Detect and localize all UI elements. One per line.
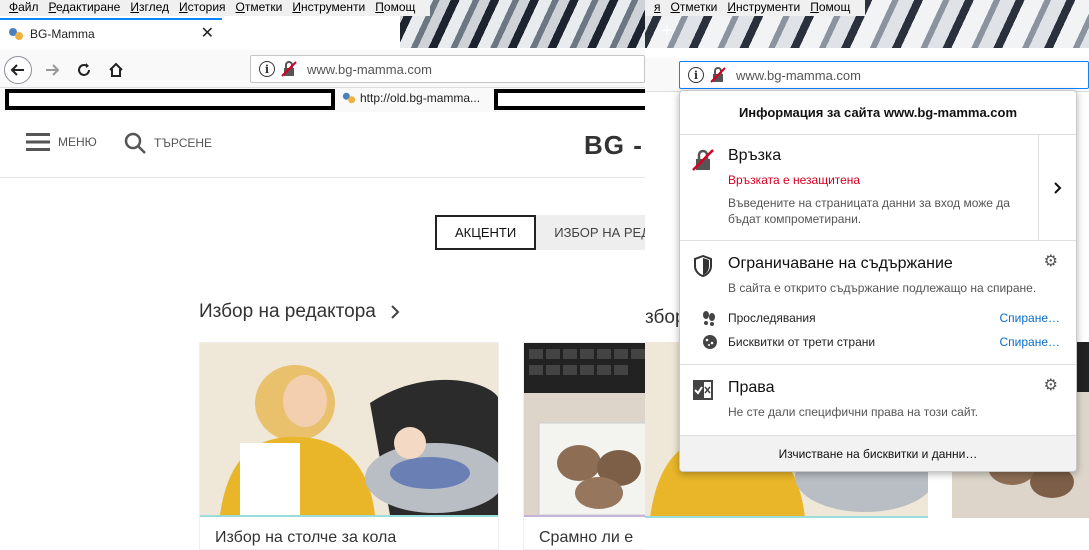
card-accent-bar — [645, 516, 928, 518]
permissions-title: Права — [728, 379, 775, 396]
tab-highlights[interactable]: АКЦЕНТИ — [435, 215, 537, 250]
insecure-lock-icon — [692, 149, 714, 171]
tab-bg-mamma[interactable]: BG-Mamma ✕ — [0, 18, 222, 48]
redacted-bookmark — [5, 89, 335, 110]
menu-bookmarks[interactable]: Отметки — [666, 0, 723, 16]
url-bar[interactable]: i www.bg-mamma.com — [679, 61, 1089, 89]
navigation-bar: i www.bg-mamma.com — [0, 50, 645, 88]
content-blocking-desc: В сайта е открито съдържание подлежащо н… — [728, 281, 1037, 295]
permissions-section: Права ⚙ Не сте дали специфични права на … — [680, 365, 1076, 437]
navigation-bar: i www.bg-mamma.com — [645, 58, 1089, 92]
site-info-popup: Информация за сайта www.bg-mamma.com Връ… — [679, 90, 1077, 472]
tracker-label: Проследявания — [728, 311, 816, 325]
cookie-block-link[interactable]: Спиране… — [999, 335, 1060, 349]
bookmark-favicon-icon — [342, 92, 356, 104]
article-image — [200, 343, 498, 515]
cookie-label: Бисквитки от трети страни — [728, 335, 876, 349]
content-tabs: АКЦЕНТИ ИЗБОР НА РЕД — [435, 215, 645, 250]
menu-tools[interactable]: Инструменти — [287, 0, 370, 16]
insecure-lock-icon[interactable] — [710, 67, 726, 83]
forward-arrow-icon — [46, 64, 60, 76]
menu-bar: Файл Редактиране Изглед История Отметки … — [0, 0, 430, 16]
url-bar[interactable]: i www.bg-mamma.com — [250, 55, 645, 83]
tab-close-icon[interactable]: ✕ — [201, 26, 214, 42]
content-blocking-title: Ограничаване на съдържание — [728, 255, 953, 272]
site-logo[interactable]: BG - — [584, 130, 643, 161]
site-favicon-icon — [9, 28, 23, 40]
search-button[interactable]: ТЪРСЕНЕ — [124, 132, 212, 154]
tracker-block-link[interactable]: Спиране… — [999, 311, 1060, 325]
connection-details-button[interactable] — [1038, 135, 1076, 241]
article-card[interactable]: Срамно ли е — [523, 342, 645, 550]
new-tab-button[interactable]: + — [661, 20, 673, 43]
menu-tools[interactable]: Инструменти — [722, 0, 805, 16]
bookmarks-toolbar: http://old.bg-mamma... — [0, 88, 645, 112]
home-button[interactable] — [102, 56, 130, 84]
right-browser-window: я Отметки Инструменти Помощ + i www.bg-m… — [645, 0, 1089, 550]
connection-title: Връзка — [728, 147, 782, 164]
article-card[interactable]: Избор на столче за кола — [199, 342, 499, 550]
section-title[interactable]: Избор на редактора — [199, 301, 400, 323]
tab-strip: + — [645, 16, 1089, 48]
menu-bar: я Отметки Инструменти Помощ — [645, 0, 865, 16]
shield-icon — [694, 255, 712, 277]
clear-cookies-button[interactable]: Изчистване на бисквитки и данни… — [680, 435, 1076, 471]
cookie-row: Бисквитки от трети страни Спиране… — [702, 333, 1060, 351]
menu-partial[interactable]: я — [649, 0, 666, 16]
info-icon[interactable]: i — [259, 61, 275, 77]
popup-header: Информация за сайта www.bg-mamma.com — [680, 91, 1076, 135]
menu-file[interactable]: Файл — [4, 0, 44, 16]
info-icon[interactable]: i — [688, 67, 704, 83]
menu-edit[interactable]: Редактиране — [44, 0, 126, 16]
tracker-row: Проследявания Спиране… — [702, 309, 1060, 327]
menu-bookmarks[interactable]: Отметки — [231, 0, 288, 16]
menu-history[interactable]: История — [174, 0, 231, 16]
section-title-text: Избор на редактора — [199, 301, 376, 322]
article-image — [524, 343, 645, 515]
site-header: МЕНЮ ТЪРСЕНЕ BG - — [0, 112, 645, 178]
back-arrow-icon — [10, 64, 24, 76]
gear-icon[interactable]: ⚙ — [1044, 251, 1058, 271]
tab-editors-choice[interactable]: ИЗБОР НА РЕД — [536, 215, 645, 250]
content-blocking-section: Ограничаване на съдържание ⚙ В сайта е о… — [680, 241, 1076, 365]
url-text: www.bg-mamma.com — [307, 61, 432, 77]
left-browser-window: Файл Редактиране Изглед История Отметки … — [0, 0, 645, 550]
menu-button[interactable]: МЕНЮ — [26, 132, 97, 152]
menu-view[interactable]: Изглед — [125, 0, 174, 16]
bookmark-label: http://old.bg-mamma... — [360, 91, 481, 105]
new-tab-button[interactable]: + — [232, 20, 244, 43]
search-label: ТЪРСЕНЕ — [154, 136, 213, 150]
article-caption: Срамно ли е — [539, 529, 634, 546]
tracker-icon — [703, 311, 715, 326]
article-caption: Избор на столче за кола — [215, 529, 397, 546]
permissions-icon — [693, 380, 713, 400]
search-icon — [124, 132, 146, 154]
menu-help[interactable]: Помощ — [370, 0, 420, 16]
permissions-desc: Не сте дали специфични права на този сай… — [728, 405, 979, 419]
connection-section[interactable]: Връзка Връзката е незащитена Въведените … — [680, 135, 1076, 241]
url-text: www.bg-mamma.com — [736, 67, 861, 83]
tab-title: BG-Mamma — [30, 27, 95, 41]
chevron-right-icon — [391, 305, 400, 319]
home-icon — [109, 62, 123, 77]
tab-strip: BG-Mamma ✕ + — [0, 16, 645, 48]
chevron-right-icon — [1053, 182, 1061, 194]
hamburger-icon — [26, 133, 50, 151]
reload-icon — [78, 63, 90, 76]
menu-label: МЕНЮ — [58, 135, 97, 149]
reload-button[interactable] — [70, 56, 98, 84]
bookmark-old-site[interactable]: http://old.bg-mamma... — [342, 91, 480, 105]
gear-icon[interactable]: ⚙ — [1044, 375, 1058, 395]
cookie-icon — [703, 335, 717, 349]
insecure-lock-icon[interactable] — [281, 61, 297, 77]
redacted-bookmark — [494, 89, 645, 110]
forward-button[interactable] — [38, 56, 66, 84]
menu-help[interactable]: Помощ — [805, 0, 855, 16]
back-button[interactable] — [4, 56, 32, 84]
connection-status: Връзката е незащитена — [728, 173, 861, 187]
connection-warning: Въведените на страницата данни за вход м… — [728, 196, 1010, 226]
